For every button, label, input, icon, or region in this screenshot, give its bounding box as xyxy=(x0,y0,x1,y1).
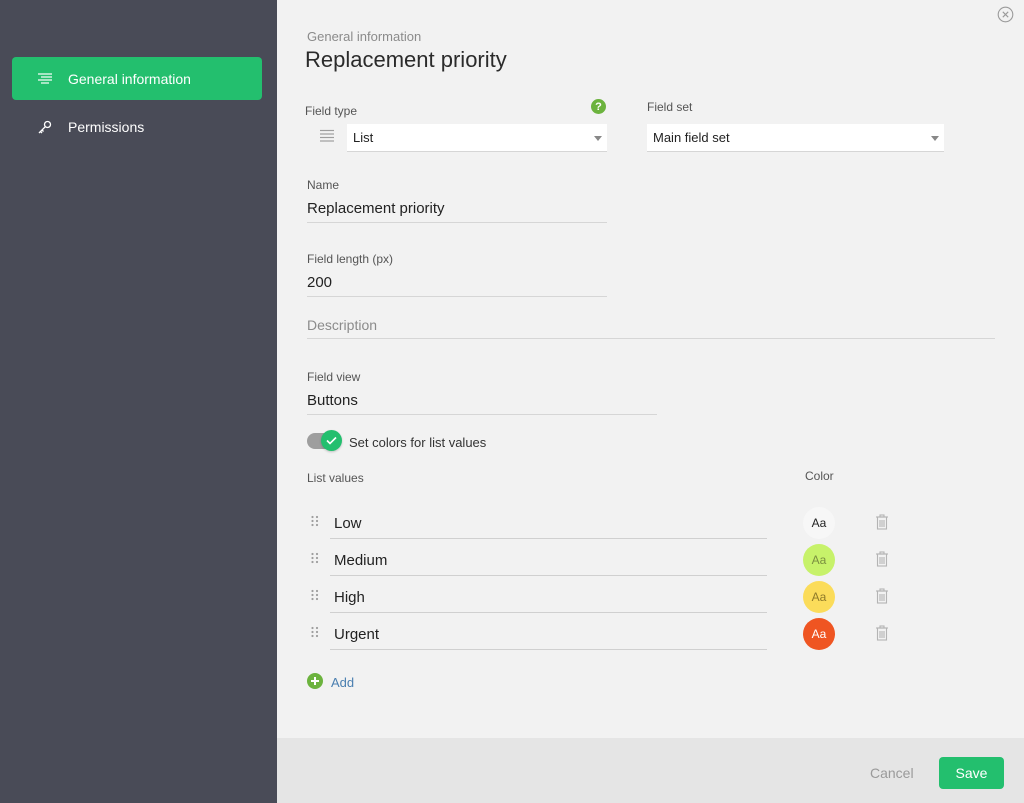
field-view-field[interactable]: Buttons xyxy=(307,387,657,415)
sidebar-item-general-information[interactable]: General information xyxy=(12,57,262,100)
color-swatch[interactable]: Aa xyxy=(803,581,835,613)
field-type-value: List xyxy=(353,130,374,145)
set-colors-label: Set colors for list values xyxy=(349,435,487,450)
list-values-header: List values xyxy=(307,471,364,485)
drag-handle-icon[interactable] xyxy=(310,589,320,603)
trash-icon[interactable] xyxy=(875,625,889,641)
description-placeholder: Description xyxy=(307,316,378,333)
list-value-text: Urgent xyxy=(334,626,380,643)
field-type-select[interactable]: List xyxy=(347,124,607,152)
list-lines-icon xyxy=(34,69,56,89)
trash-icon[interactable] xyxy=(875,514,889,530)
name-field[interactable]: Replacement priority xyxy=(307,195,607,223)
swatch-text: Aa xyxy=(811,553,827,567)
color-swatch[interactable]: Aa xyxy=(803,618,835,650)
chevron-down-icon xyxy=(594,136,602,141)
field-set-value: Main field set xyxy=(653,130,730,145)
field-view-value: Buttons xyxy=(307,392,358,409)
field-set-label: Field set xyxy=(647,100,693,114)
breadcrumb: General information xyxy=(307,29,422,44)
page-title: Replacement priority xyxy=(305,47,507,72)
sidebar-item-permissions[interactable]: Permissions xyxy=(12,105,262,148)
list-value-text: Medium xyxy=(334,552,388,569)
field-type-label: Field type xyxy=(305,104,358,118)
add-list-value-link[interactable]: Add xyxy=(331,675,354,690)
name-value: Replacement priority xyxy=(307,200,445,217)
field-view-label: Field view xyxy=(307,370,361,384)
list-value-text: Low xyxy=(334,515,362,532)
key-icon xyxy=(34,117,56,137)
field-type-list-icon xyxy=(319,129,335,143)
list-value-input[interactable]: Low xyxy=(330,509,767,539)
list-value-input[interactable]: Urgent xyxy=(330,620,767,650)
drag-handle-icon[interactable] xyxy=(310,552,320,566)
field-length-value: 200 xyxy=(307,274,333,291)
color-swatch[interactable]: Aa xyxy=(803,507,835,539)
description-field[interactable]: Description xyxy=(307,311,995,339)
swatch-text: Aa xyxy=(811,627,827,641)
name-label: Name xyxy=(307,178,340,192)
trash-icon[interactable] xyxy=(875,588,889,604)
set-colors-toggle[interactable] xyxy=(307,430,342,451)
chevron-down-icon xyxy=(931,136,939,141)
cancel-button[interactable]: Cancel xyxy=(870,765,914,781)
check-icon xyxy=(321,430,342,451)
swatch-text: Aa xyxy=(811,516,827,530)
drag-handle-icon[interactable] xyxy=(310,515,320,529)
list-value-text: High xyxy=(334,589,365,606)
swatch-text: Aa xyxy=(811,590,827,604)
field-length-label: Field length (px) xyxy=(307,252,394,266)
sidebar-item-label: General information xyxy=(68,70,191,87)
plus-icon[interactable] xyxy=(307,673,323,689)
list-value-input[interactable]: High xyxy=(330,583,767,613)
trash-icon[interactable] xyxy=(875,551,889,567)
help-icon[interactable]: ? xyxy=(591,99,606,114)
sidebar: General information Permissions xyxy=(0,0,277,803)
list-value-input[interactable]: Medium xyxy=(330,546,767,576)
field-set-select[interactable]: Main field set xyxy=(647,124,944,152)
sidebar-item-label: Permissions xyxy=(68,118,145,135)
save-button[interactable]: Save xyxy=(939,757,1004,789)
color-header: Color xyxy=(805,469,834,483)
drag-handle-icon[interactable] xyxy=(310,626,320,640)
field-length-field[interactable]: 200 xyxy=(307,269,607,297)
close-icon[interactable] xyxy=(997,6,1014,23)
color-swatch[interactable]: Aa xyxy=(803,544,835,576)
